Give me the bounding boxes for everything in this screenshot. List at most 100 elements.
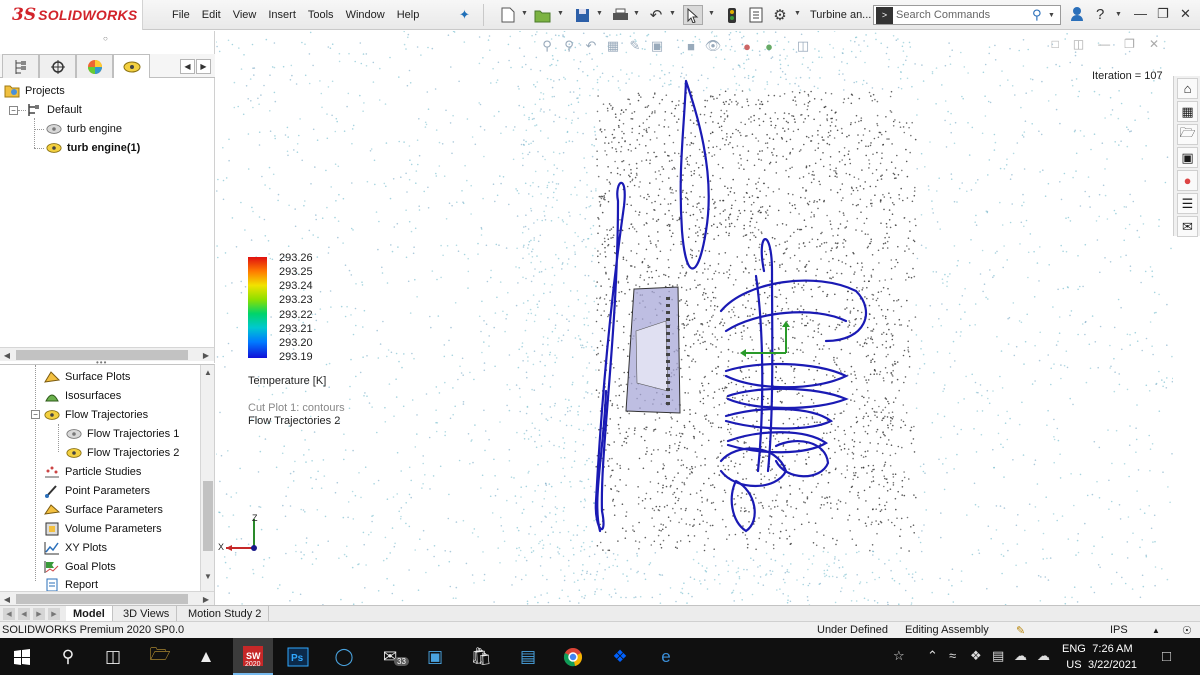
chrome-icon[interactable] <box>553 638 593 675</box>
results-item-surface-plots[interactable]: Surface Plots <box>44 368 130 386</box>
scroll-up-icon[interactable]: ▲ <box>201 365 214 379</box>
show-hidden-icons[interactable]: ⌃ <box>927 648 938 664</box>
select-cursor-icon[interactable] <box>683 5 703 25</box>
expand-default-icon[interactable]: − <box>9 106 18 115</box>
results-item-flow-trajectories[interactable]: Flow Trajectories <box>44 406 148 424</box>
file-properties-icon[interactable] <box>746 5 766 25</box>
search-commands-field[interactable]: > Search Commands ⚲ ▼ <box>873 5 1061 25</box>
scrollbar-thumb[interactable] <box>203 481 213 551</box>
collapse-flow-trajectories-icon[interactable]: − <box>31 410 40 419</box>
file-explorer-icon[interactable]: 🗁 <box>1177 124 1198 145</box>
tab-last-icon[interactable]: ▶ <box>48 608 60 620</box>
view-palette-icon[interactable]: ▣ <box>1177 147 1198 168</box>
system-clock[interactable]: 7:26 AM 3/22/2021 <box>1088 641 1137 673</box>
tab-feature-manager[interactable] <box>2 54 39 78</box>
tree-projects[interactable]: Projects <box>4 82 65 100</box>
menu-view[interactable]: View <box>227 9 263 21</box>
tab-scroll-left-icon[interactable]: ◀ <box>180 59 195 74</box>
search-icon[interactable]: ⚲ <box>48 638 88 675</box>
results-item-xy-plots[interactable]: XY Plots <box>44 539 107 557</box>
tab-display-manager[interactable] <box>76 54 113 78</box>
rebuild-status-icon[interactable]: ✎ <box>1016 624 1025 637</box>
tab-first-icon[interactable]: ◀ <box>3 608 15 620</box>
viewport-minimize-icon[interactable]: — <box>1098 37 1110 51</box>
tab-property-manager[interactable] <box>39 54 76 78</box>
notifications-icon[interactable]: □ <box>1162 648 1171 665</box>
people-icon[interactable]: ☆ <box>893 648 905 664</box>
options-gear-icon[interactable]: ⚙ <box>770 5 790 25</box>
tab-next-icon[interactable]: ▶ <box>33 608 45 620</box>
hide-show-items-icon[interactable]: 👁 <box>702 38 724 54</box>
viewport-restore-icon[interactable]: ❐ <box>1124 37 1135 51</box>
wifi-icon[interactable]: ≈ <box>949 648 956 663</box>
dynamic-annotation-icon[interactable]: ✎ <box>624 38 646 54</box>
browser-icon[interactable]: ◯ <box>324 638 364 675</box>
results-vertical-scrollbar[interactable]: ▲ ▼ <box>200 365 214 591</box>
results-item-isosurfaces[interactable]: Isosurfaces <box>44 387 121 405</box>
scroll-left-icon[interactable]: ◀ <box>0 348 14 362</box>
network-icon[interactable]: ▤ <box>992 648 1004 664</box>
tree-item-turb-engine-1[interactable]: turb engine(1) <box>46 139 140 157</box>
print-dropdown-icon[interactable]: ▼ <box>633 10 641 18</box>
results-item-flow-trajectories-2[interactable]: Flow Trajectories 2 <box>66 444 179 462</box>
custom-properties-icon[interactable]: ☰ <box>1177 193 1198 214</box>
pin-icon[interactable]: ✦ <box>459 7 475 23</box>
menu-window[interactable]: Window <box>340 9 391 21</box>
open-dropdown-icon[interactable]: ▼ <box>557 10 565 18</box>
tab-motion-study-2[interactable]: Motion Study 2 <box>181 606 270 622</box>
dropbox-icon[interactable]: ❖ <box>600 638 640 675</box>
save-icon[interactable] <box>572 5 592 25</box>
units-dropdown-icon[interactable]: ▲ <box>1152 626 1160 635</box>
results-item-flow-trajectories-1[interactable]: Flow Trajectories 1 <box>66 425 179 443</box>
undo-icon[interactable]: ↶ <box>646 5 666 25</box>
windows-start-icon[interactable] <box>2 638 42 675</box>
apply-scene-icon[interactable]: ● <box>758 39 780 54</box>
solidworks-resources-icon[interactable]: ⌂ <box>1177 78 1198 99</box>
photoshop-icon[interactable]: Ps <box>278 638 318 675</box>
tab-model[interactable]: Model <box>66 606 113 622</box>
results-item-volume-parameters[interactable]: Volume Parameters <box>44 520 162 538</box>
appearances-scenes-icon[interactable]: ● <box>1177 170 1198 191</box>
new-document-icon[interactable] <box>498 5 518 25</box>
restore-icon[interactable]: ❐ <box>1157 6 1169 22</box>
select-dropdown-icon[interactable]: ▼ <box>708 10 716 18</box>
solidworks-logo[interactable]: 3S SOLIDWORKS <box>0 0 143 30</box>
design-library-icon[interactable]: ▦ <box>1177 101 1198 122</box>
tree-item-turb-engine[interactable]: turb engine <box>46 120 122 138</box>
laptop-app-icon[interactable]: ▤ <box>508 638 548 675</box>
app-icon[interactable]: ▲ <box>186 638 226 675</box>
view-orientation-icon[interactable]: ▣ <box>646 38 668 54</box>
scroll-right-icon[interactable]: ▶ <box>199 592 213 605</box>
viewport-close-icon[interactable]: ✕ <box>1149 37 1159 51</box>
viewport-expand-icon[interactable]: □ <box>1052 37 1059 51</box>
photos-icon[interactable]: ▣ <box>415 638 455 675</box>
results-item-goal-plots[interactable]: Goal Plots <box>44 558 116 576</box>
undo-dropdown-icon[interactable]: ▼ <box>669 10 677 18</box>
open-folder-icon[interactable] <box>533 5 553 25</box>
zoom-to-fit-icon[interactable]: ⚲ <box>536 38 558 54</box>
menu-insert[interactable]: Insert <box>262 9 302 21</box>
edit-appearance-icon[interactable]: ● <box>736 39 758 54</box>
close-icon[interactable]: ✕ <box>1180 6 1191 22</box>
minimize-icon[interactable]: — <box>1134 6 1147 21</box>
file-explorer-icon[interactable]: 🗁 <box>140 638 180 675</box>
section-view-icon[interactable]: ▦ <box>602 38 624 54</box>
onedrive-icon[interactable]: ☁ <box>1014 648 1027 664</box>
view-settings-icon[interactable]: ◫ <box>792 38 814 54</box>
tab-prev-icon[interactable]: ◀ <box>18 608 30 620</box>
menu-file[interactable]: File <box>166 9 196 21</box>
scroll-right-icon[interactable]: ▶ <box>199 348 213 362</box>
tree-default-config[interactable]: Default <box>26 101 82 119</box>
menu-tools[interactable]: Tools <box>302 9 340 21</box>
viewport-split-icon[interactable]: ◫ <box>1073 37 1084 51</box>
graphics-viewport[interactable]: ⚲ ⚲ ↶ ▦ ✎ ▣ ■ 👁 ● ● ◫ □ ◫ — ❐ ✕ Iteratio… <box>216 31 1173 605</box>
scroll-down-icon[interactable]: ▼ <box>201 569 214 583</box>
display-style-icon[interactable]: ■ <box>680 39 702 54</box>
scroll-left-icon[interactable]: ◀ <box>0 592 14 605</box>
search-icon[interactable]: ⚲ <box>1032 7 1048 23</box>
results-item-point-parameters[interactable]: Point Parameters <box>44 482 150 500</box>
new-dropdown-icon[interactable]: ▼ <box>521 10 529 18</box>
edge-icon[interactable]: e <box>646 638 686 675</box>
search-dropdown-icon[interactable]: ▼ <box>1048 12 1060 19</box>
tab-scroll-right-icon[interactable]: ▶ <box>196 59 211 74</box>
